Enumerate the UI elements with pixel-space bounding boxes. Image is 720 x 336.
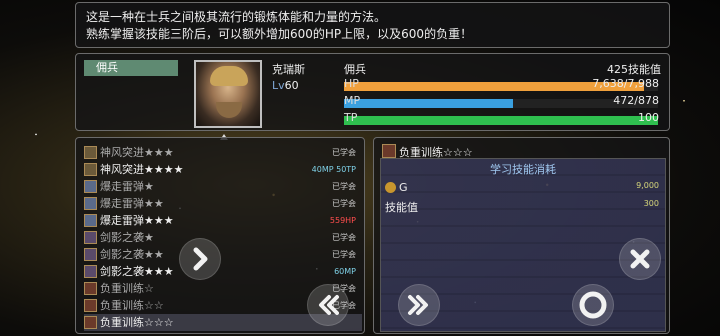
- double-chevron-left-icon: [319, 295, 339, 315]
- skill-points-value: 425: [607, 63, 628, 76]
- portrait-beard: [216, 102, 242, 118]
- portrait-hair: [210, 66, 248, 86]
- skill-name: 神风突进★★★★: [100, 163, 184, 176]
- skill-name: 剑影之袭★★★: [100, 265, 174, 278]
- skill-status: 40MP 50TP: [311, 165, 356, 174]
- skill-point-cost-label: 技能值: [385, 201, 418, 214]
- cost-header: 学习技能消耗: [490, 163, 556, 176]
- tp-bar: [344, 116, 658, 125]
- gold-value: 9,000: [636, 181, 659, 190]
- skill-status: 已学会: [332, 182, 356, 191]
- skill-description-panel: 这是一种在士兵之间极其流行的锻炼体能和力量的方法。 熟练掌握该技能三阶后，可以额…: [75, 2, 670, 48]
- character-info-panel: 佣兵 克瑞斯 Lv60 佣兵 425技能值 HP 7,638/7,988 MP …: [75, 53, 670, 140]
- character-class: 佣兵: [344, 63, 366, 76]
- close-x-icon: [630, 249, 650, 269]
- description-line-1: 这是一种在士兵之间极其流行的锻炼体能和力量的方法。: [86, 10, 387, 24]
- skill-icon: [84, 197, 97, 210]
- skill-icon: [84, 214, 97, 227]
- skill-name: 爆走雷弹★★: [100, 197, 164, 210]
- tp-label: TP: [344, 111, 358, 124]
- character-level: Lv60: [272, 79, 299, 92]
- mp-value: 472/878: [613, 94, 659, 107]
- gold-cost-row: G 9,000: [385, 181, 659, 194]
- skill-name: 负重训练☆☆: [100, 299, 164, 312]
- chevron-right-icon: [193, 247, 208, 271]
- mp-bar-fill: [344, 99, 513, 108]
- skill-point-cost-value: 300: [643, 199, 659, 208]
- skill-icon: [84, 248, 97, 261]
- skill-row[interactable]: 神风突进★★★ 已学会: [84, 144, 362, 161]
- double-chevron-right-icon: [408, 295, 428, 315]
- skill-icon: [84, 163, 97, 176]
- skill-name: 剑影之袭★★: [100, 248, 164, 261]
- skill-row[interactable]: 剑影之袭★ 已学会: [84, 229, 362, 246]
- scroll-forward-button[interactable]: [398, 284, 440, 326]
- skill-row[interactable]: 剑影之袭★★★ 60MP: [84, 263, 362, 280]
- skill-status: 559HP: [329, 216, 356, 225]
- skill-row[interactable]: 剑影之袭★★ 已学会: [84, 246, 362, 263]
- tp-value: 100: [638, 111, 659, 124]
- hp-label: HP: [344, 77, 359, 90]
- mp-bar: [344, 99, 658, 108]
- skill-row[interactable]: 神风突进★★★★ 40MP 50TP: [84, 161, 362, 178]
- skill-icon: [84, 146, 97, 159]
- description-line-2: 熟练掌握该技能三阶后，可以额外增加600的HP上限，以及600的负重！: [86, 27, 473, 41]
- confirm-button[interactable]: [572, 284, 614, 326]
- level-value: 60: [284, 79, 299, 92]
- skill-status: 已学会: [332, 148, 356, 157]
- skill-row[interactable]: 爆走雷弹★ 已学会: [84, 178, 362, 195]
- scroll-back-button[interactable]: [307, 284, 349, 326]
- skill-icon: [84, 316, 97, 329]
- skill-status: 已学会: [332, 233, 356, 242]
- tp-bar-fill: [344, 116, 658, 125]
- skill-name: 负重训练☆: [100, 282, 154, 295]
- skill-name: 剑影之袭★: [100, 231, 154, 244]
- gold-coin-icon: [385, 182, 396, 193]
- skill-points-label: 技能值: [628, 63, 661, 76]
- skill-icon: [84, 231, 97, 244]
- skill-row[interactable]: 爆走雷弹★★★ 559HP: [84, 212, 362, 229]
- skill-name: 负重训练☆☆☆: [100, 316, 174, 329]
- character-name: 克瑞斯: [272, 63, 305, 76]
- gold-label: G: [399, 181, 408, 194]
- skill-status: 已学会: [332, 250, 356, 259]
- ring-confirm-icon: [579, 291, 607, 319]
- skill-icon: [84, 180, 97, 193]
- skill-name: 爆走雷弹★★★: [100, 214, 174, 227]
- skill-icon: [84, 282, 97, 295]
- skill-row[interactable]: 爆走雷弹★★ 已学会: [84, 195, 362, 212]
- job-tab[interactable]: 佣兵: [84, 60, 178, 76]
- next-page-button[interactable]: [179, 238, 221, 280]
- skill-name: 爆走雷弹★: [100, 180, 154, 193]
- skill-points: 425技能值: [607, 61, 661, 77]
- skill-icon: [84, 299, 97, 312]
- skill-icon: [382, 144, 396, 158]
- skill-status: 已学会: [332, 199, 356, 208]
- hp-value: 7,638/7,988: [592, 77, 659, 90]
- close-button[interactable]: [619, 238, 661, 280]
- skill-point-cost-row: 技能值 300: [385, 199, 659, 215]
- skill-name: 神风突进★★★: [100, 146, 174, 159]
- skill-icon: [84, 265, 97, 278]
- skill-status: 60MP: [334, 267, 356, 276]
- character-portrait[interactable]: [194, 60, 262, 128]
- level-prefix: Lv: [272, 79, 285, 92]
- mp-label: MP: [344, 94, 361, 107]
